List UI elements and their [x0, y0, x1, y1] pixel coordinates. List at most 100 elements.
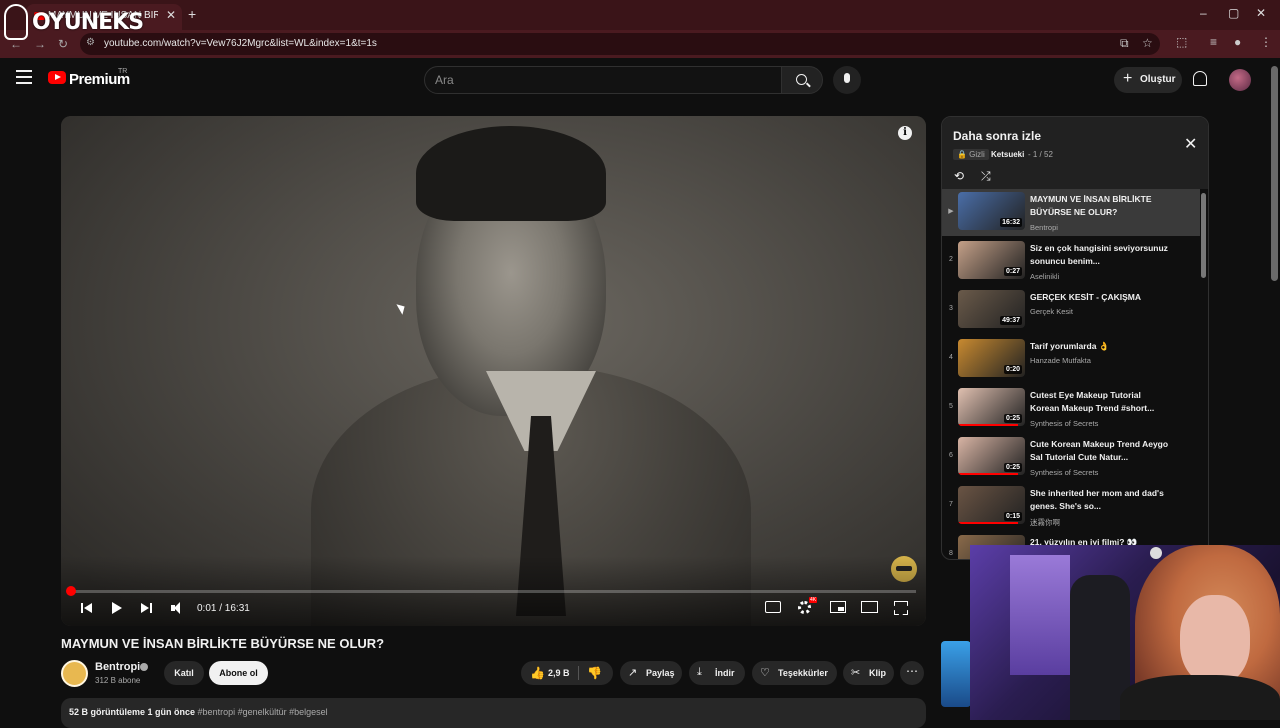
search-box[interactable] [424, 66, 782, 94]
playlist-item-index: ▶ [948, 208, 954, 215]
duration-badge: 0:27 [1003, 267, 1022, 276]
voice-search-button[interactable] [833, 66, 861, 94]
hashtags[interactable]: #bentropi #genelkültür #belgesel [198, 707, 328, 717]
playlist-owner[interactable]: Ketsueki [991, 150, 1024, 159]
tab-close-icon[interactable]: ✕ [166, 8, 176, 22]
page-scrollbar[interactable] [1271, 66, 1278, 281]
loop-icon[interactable]: ⟲ [954, 169, 964, 183]
playlist-item[interactable]: 7 0:15 She inherited her mom and dad's gen… [942, 483, 1200, 530]
download-label: İndir [715, 668, 735, 678]
channel-avatar[interactable] [61, 660, 88, 687]
progress-bar[interactable] [71, 590, 916, 593]
download-button[interactable]: ⤓ İndir [689, 661, 745, 685]
stream-logo-text: OYUNEKS [32, 10, 144, 35]
channel-name[interactable]: Bentropi [95, 661, 140, 673]
subscriber-count: 312 B abone [95, 676, 141, 685]
playlist-item-thumbnail[interactable]: 0:25 [958, 437, 1025, 475]
playlist-item-index: 5 [949, 403, 953, 410]
media-icon[interactable]: ≡ [1210, 35, 1217, 49]
description-box[interactable]: 52 B görüntüleme 1 gün önce #bentropi #g… [61, 698, 926, 728]
like-icon[interactable]: 👍 [530, 666, 545, 680]
video-player[interactable]: i 0:01 / 16:31 4K [61, 116, 926, 626]
reload-icon[interactable]: ↻ [58, 37, 68, 51]
playlist-item[interactable]: 3 49:37 GERÇEK KESİT - ÇAKIŞMA Gerçek Kesit [942, 287, 1200, 334]
playlist-item-thumbnail[interactable]: 49:37 [958, 290, 1025, 328]
hamburger-menu-icon[interactable] [16, 70, 32, 84]
miniplayer-icon[interactable] [830, 601, 846, 613]
window-maximize-button[interactable]: ▢ [1228, 6, 1239, 20]
playlist-item-title[interactable]: Cute Korean Makeup Trend Aeygo Sal Tutor… [1030, 438, 1170, 464]
playlist-item-channel: Bentropi [1030, 223, 1058, 232]
close-icon[interactable]: ✕ [1184, 134, 1197, 154]
duration-badge: 16:32 [1000, 218, 1022, 227]
playlist-item-title[interactable]: Cutest Eye Makeup Tutorial Korean Makeup… [1030, 389, 1170, 415]
playlist-header: Daha sonra izle 🔒 Gizli Ketsueki - 1 / 5… [942, 117, 1208, 189]
thanks-label: Teşekkürler [778, 668, 828, 678]
video-title: MAYMUN VE İNSAN BİRLİKTE BÜYÜRSE NE OLUR… [61, 636, 385, 651]
dislike-icon[interactable]: 👎 [587, 666, 602, 680]
subtitles-icon[interactable] [765, 601, 781, 613]
playlist-title[interactable]: Daha sonra izle [953, 129, 1041, 143]
views-and-date: 52 B görüntüleme 1 gün önce [69, 707, 196, 717]
playlist-item-title[interactable]: MAYMUN VE İNSAN BİRLİKTE BÜYÜRSE NE OLUR… [1030, 193, 1170, 219]
thanks-button[interactable]: ♡ Teşekkürler [752, 661, 837, 685]
youtube-logo-icon[interactable] [48, 71, 66, 84]
playlist-item-title[interactable]: She inherited her mom and dad's genes. S… [1030, 487, 1170, 513]
playlist-item[interactable]: 6 0:25 Cute Korean Makeup Trend Aeygo Sal … [942, 434, 1200, 481]
window-close-button[interactable]: ✕ [1256, 6, 1266, 20]
search-input[interactable] [435, 73, 765, 87]
forward-icon[interactable]: → [34, 37, 46, 51]
progress-scrubber[interactable] [66, 586, 76, 596]
playlist-item-title[interactable]: Tarif yorumlarda 👌 [1030, 340, 1170, 353]
like-count[interactable]: 2,9 B [548, 668, 570, 678]
playlist-item-thumbnail[interactable]: 0:25 [958, 388, 1025, 426]
playlist-item-thumbnail[interactable]: 0:27 [958, 241, 1025, 279]
shuffle-icon[interactable]: ⤮ [981, 169, 991, 184]
playlist-item[interactable]: 2 0:27 Siz en çok hangisini seviyorsunuz s… [942, 238, 1200, 285]
share-label: Paylaş [646, 668, 675, 678]
search-button[interactable] [781, 66, 823, 94]
extensions-icon[interactable]: ⬚ [1176, 35, 1187, 49]
recommended-video-thumbnail[interactable] [941, 641, 971, 707]
privacy-badge: 🔒 Gizli [953, 149, 989, 160]
download-icon: ⤓ [697, 666, 702, 678]
playlist-item[interactable]: ▶ 16:32 MAYMUN VE İNSAN BİRLİKTE BÜYÜRSE N… [942, 189, 1200, 236]
join-button[interactable]: Katıl [164, 661, 204, 685]
info-icon[interactable]: i [898, 126, 912, 140]
bookmark-star-icon[interactable]: ☆ [1142, 36, 1153, 50]
share-icon: ↗ [628, 667, 638, 679]
playlist-panel: Daha sonra izle 🔒 Gizli Ketsueki - 1 / 5… [941, 116, 1209, 560]
cast-icon[interactable]: ⧉ [1120, 36, 1129, 51]
browser-menu-icon[interactable]: ⋮ [1260, 35, 1272, 49]
playlist-item-thumbnail[interactable]: 0:15 [958, 486, 1025, 524]
url-text[interactable]: youtube.com/watch?v=Vew76J2Mgrc&list=WL&… [104, 38, 377, 49]
playlist-item-thumbnail[interactable]: 16:32 [958, 192, 1025, 230]
new-tab-button[interactable]: + [188, 6, 196, 22]
share-button[interactable]: ↗ Paylaş [620, 661, 682, 685]
window-minimize-button[interactable]: – [1200, 6, 1207, 20]
playlist-item[interactable]: 4 0:20 Tarif yorumlarda 👌 Hanzade Mutfakta [942, 336, 1200, 383]
clip-button[interactable]: ✂ Klip [843, 661, 894, 685]
playlist-item[interactable]: 5 0:25 Cutest Eye Makeup Tutorial Korean M… [942, 385, 1200, 432]
notifications-bell-icon[interactable] [1193, 71, 1207, 86]
playlist-item-title[interactable]: Siz en çok hangisini seviyorsunuz sonunc… [1030, 242, 1170, 268]
duration-badge: 49:37 [1000, 316, 1022, 325]
playlist-item-index: 8 [949, 550, 953, 557]
theater-mode-icon[interactable] [861, 601, 878, 613]
playlist-item-channel: 迷霧你啊 [1030, 518, 1060, 527]
subscribe-button[interactable]: Abone ol [209, 661, 268, 685]
quality-badge: 4K [809, 597, 818, 603]
more-actions-icon[interactable]: ⋯ [900, 661, 924, 685]
playlist-item-title[interactable]: GERÇEK KESİT - ÇAKIŞMA [1030, 291, 1170, 304]
address-bar[interactable]: ⚙ youtube.com/watch?v=Vew76J2Mgrc&list=W… [80, 33, 1160, 55]
playlist-scrollbar[interactable] [1201, 193, 1206, 278]
playlist-position: - 1 / 52 [1028, 150, 1053, 159]
account-avatar[interactable] [1229, 69, 1251, 91]
site-info-icon[interactable]: ⚙ [86, 37, 95, 48]
playlist-item-channel: Aselinikli [1030, 272, 1060, 281]
watched-progress [958, 424, 1019, 426]
create-button[interactable]: + Oluştur [1114, 67, 1182, 93]
profile-icon[interactable]: ● [1234, 35, 1241, 49]
playlist-item-index: 4 [949, 354, 953, 361]
playlist-item-thumbnail[interactable]: 0:20 [958, 339, 1025, 377]
